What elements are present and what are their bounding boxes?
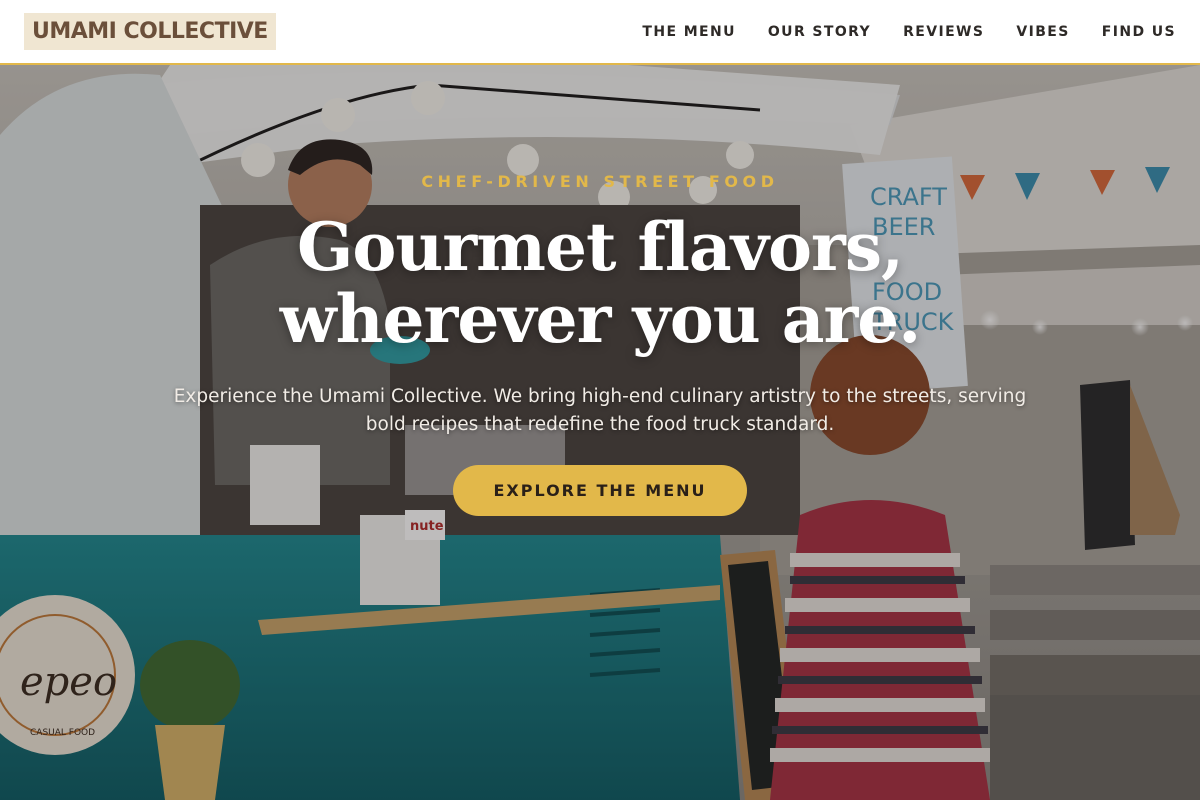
hero-headline-line-2: wherever you are. — [279, 280, 921, 358]
explore-menu-button[interactable]: EXPLORE THE MENU — [453, 465, 747, 516]
hero-headline-line-1: Gourmet flavors, — [297, 208, 904, 286]
nav-link-reviews[interactable]: REVIEWS — [903, 24, 984, 40]
site-header: UMAMI COLLECTIVE THE MENU OUR STORY REVI… — [0, 0, 1200, 65]
hero-subtext: Experience the Umami Collective. We brin… — [173, 386, 1027, 435]
nav-link-the-menu[interactable]: THE MENU — [642, 24, 735, 40]
hero-content: CHEF-DRIVEN STREET FOOD Gourmet flavors,… — [0, 172, 1200, 516]
main-nav: THE MENU OUR STORY REVIEWS VIBES FIND US — [610, 24, 1176, 40]
hero-headline: Gourmet flavors, wherever you are. — [0, 211, 1200, 355]
nav-link-find-us[interactable]: FIND US — [1102, 24, 1176, 40]
nav-link-vibes[interactable]: VIBES — [1016, 24, 1069, 40]
nav-link-our-story[interactable]: OUR STORY — [768, 24, 871, 40]
hero-eyebrow: CHEF-DRIVEN STREET FOOD — [421, 172, 779, 191]
brand-logo[interactable]: UMAMI COLLECTIVE — [24, 13, 276, 50]
